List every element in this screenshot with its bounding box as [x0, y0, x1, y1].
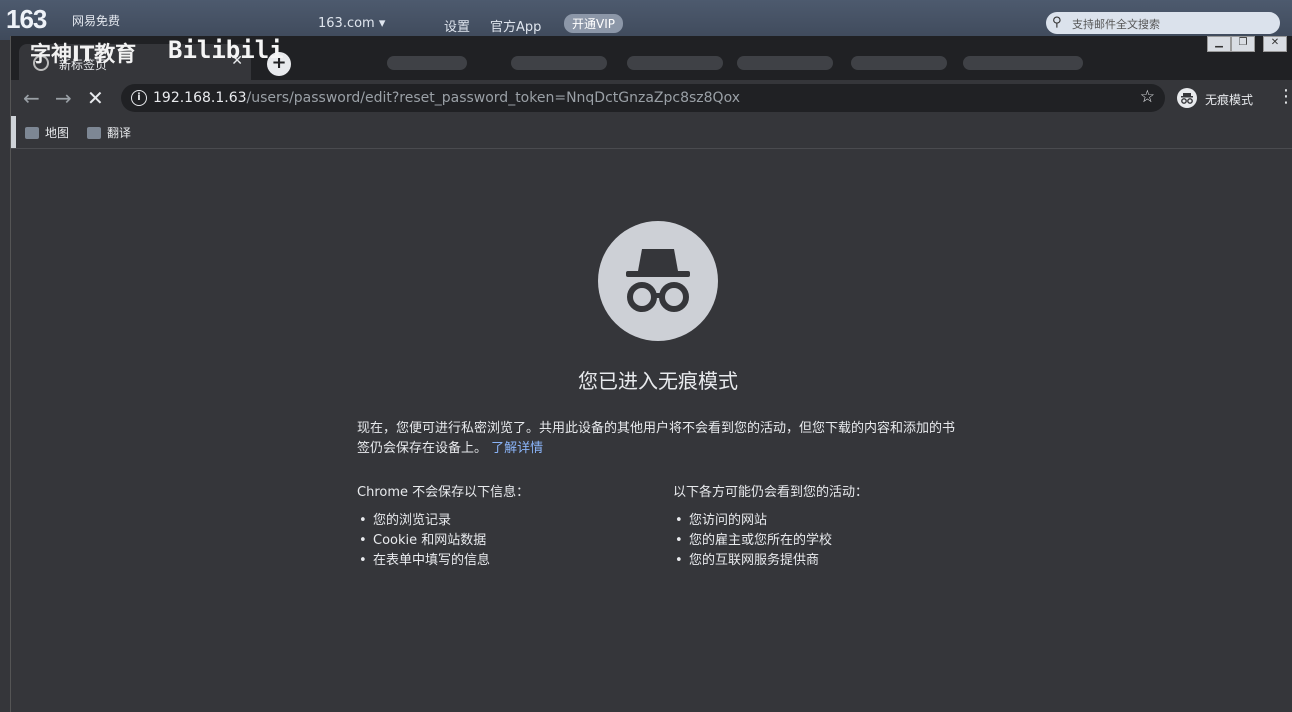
site-search-box[interactable]: ⚲ 支持邮件全文搜索: [1046, 12, 1280, 34]
site-settings-link[interactable]: 设置: [444, 16, 470, 35]
background-tab[interactable]: [963, 56, 1083, 70]
minimize-button[interactable]: ▁: [1207, 36, 1231, 52]
bookmark-star-icon[interactable]: ☆: [1140, 87, 1155, 107]
browser-window: 新标签页 ✕ + ▁ ❐ ✕ ← → ✕ i 192.168.1.63/user…: [10, 36, 1292, 712]
list-item: 您的互联网服务提供商: [675, 551, 963, 571]
site-search-placeholder: 支持邮件全文搜索: [1072, 18, 1160, 31]
url-host: 192.168.1.63: [153, 90, 247, 106]
menu-icon[interactable]: ⋮: [1277, 86, 1292, 107]
incognito-label[interactable]: 无痕模式: [1205, 91, 1253, 108]
bookmark-translate[interactable]: 翻译: [87, 124, 131, 141]
list-item: 您的浏览记录: [359, 511, 647, 531]
may-see-title: 以下各方可能仍会看到您的活动：: [673, 485, 869, 500]
page-title: 您已进入无痕模式: [578, 369, 738, 393]
list-item: 您的雇主或您所在的学校: [675, 531, 963, 551]
search-icon: ⚲: [1052, 15, 1062, 30]
background-tab[interactable]: [737, 56, 833, 70]
background-tab[interactable]: [387, 56, 467, 70]
incognito-page: 您已进入无痕模式 现在，您便可进行私密浏览了。共用此设备的其他用户将不会看到您的…: [11, 149, 1292, 712]
url-text[interactable]: 192.168.1.63/users/password/edit?reset_p…: [153, 90, 740, 106]
bookmark-label: 翻译: [107, 126, 132, 140]
maximize-button[interactable]: ❐: [1231, 36, 1255, 52]
background-tab[interactable]: [627, 56, 723, 70]
background-site-bar: 163 网易免费 163.com ▾ 设置 官方App 开通VIP ⚲ 支持邮件…: [0, 0, 1292, 40]
video-watermark: 字神IT教育: [30, 42, 137, 66]
site-vip-button[interactable]: 开通VIP: [564, 14, 623, 33]
incognito-avatar-icon: [1177, 88, 1197, 108]
site-info-icon[interactable]: i: [131, 90, 147, 106]
bookmark-label: 地图: [45, 126, 70, 140]
site-app-link[interactable]: 官方App: [490, 16, 541, 35]
list-item: 您访问的网站: [675, 511, 963, 531]
incognito-hero-icon: [598, 221, 718, 341]
not-saved-section: Chrome 不会保存以下信息： 您的浏览记录 Cookie 和网站数据 在表单…: [357, 483, 647, 571]
intro-text: 现在，您便可进行私密浏览了。共用此设备的其他用户将不会看到您的活动，但您下载的内…: [357, 421, 956, 456]
list-item: Cookie 和网站数据: [359, 531, 647, 551]
address-bar[interactable]: i 192.168.1.63/users/password/edit?reset…: [121, 84, 1165, 112]
not-saved-title: Chrome 不会保存以下信息：: [357, 485, 530, 500]
bookmarks-bar: 地图 翻译: [11, 116, 1292, 149]
translate-icon: [87, 127, 101, 139]
url-path: /users/password/edit?reset_password_toke…: [246, 90, 740, 106]
site-domain-dropdown[interactable]: 163.com ▾: [318, 16, 385, 31]
forward-icon[interactable]: →: [55, 86, 72, 110]
bookmark-maps[interactable]: 地图: [25, 124, 69, 141]
bilibili-watermark: Bilibili: [168, 36, 284, 64]
site-logo: 163: [6, 4, 47, 34]
stop-loading-icon[interactable]: ✕: [87, 86, 104, 110]
toolbar: ← → ✕ i 192.168.1.63/users/password/edit…: [11, 80, 1292, 116]
site-logo-subtitle: 网易免费: [72, 14, 121, 28]
learn-more-link[interactable]: 了解详情: [491, 441, 543, 456]
list-item: 在表单中填写的信息: [359, 551, 647, 571]
background-tab[interactable]: [851, 56, 947, 70]
may-see-section: 以下各方可能仍会看到您的活动： 您访问的网站 您的雇主或您所在的学校 您的互联网…: [673, 483, 963, 571]
back-icon[interactable]: ←: [23, 86, 40, 110]
background-tab[interactable]: [511, 56, 607, 70]
close-window-button[interactable]: ✕: [1263, 36, 1287, 52]
map-icon: [25, 127, 39, 139]
intro-paragraph: 现在，您便可进行私密浏览了。共用此设备的其他用户将不会看到您的活动，但您下载的内…: [357, 419, 957, 459]
